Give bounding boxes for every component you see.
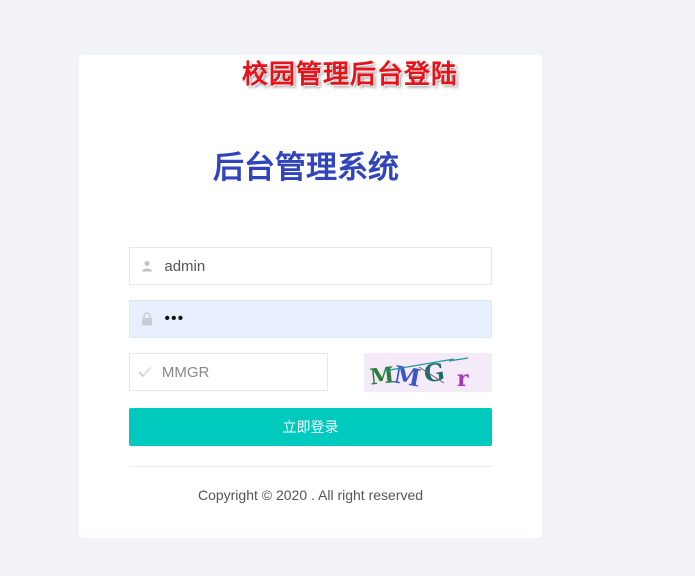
captcha-image[interactable]: M M G r xyxy=(364,353,492,392)
divider xyxy=(129,466,492,467)
lock-icon xyxy=(130,301,164,337)
captcha-field[interactable] xyxy=(129,353,328,391)
svg-text:r: r xyxy=(457,366,469,392)
svg-text:M: M xyxy=(392,359,423,392)
password-input[interactable] xyxy=(164,301,491,337)
login-button[interactable]: 立即登录 xyxy=(129,408,492,446)
page-title: 后台管理系统 xyxy=(213,150,399,186)
username-input[interactable] xyxy=(164,248,491,284)
password-field[interactable] xyxy=(129,300,492,338)
captcha-input[interactable] xyxy=(161,354,327,390)
page-banner: 校园管理后台登陆 xyxy=(242,60,459,90)
user-icon xyxy=(130,248,164,284)
username-field[interactable] xyxy=(129,247,492,285)
copyright-text: Copyright © 2020 . All right reserved xyxy=(197,487,424,503)
check-icon xyxy=(130,354,162,390)
